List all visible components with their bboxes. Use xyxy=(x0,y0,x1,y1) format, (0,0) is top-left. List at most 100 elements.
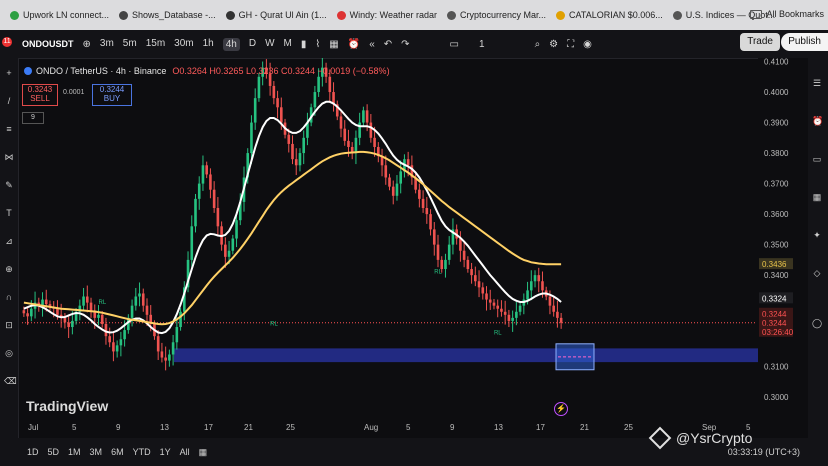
candle-body xyxy=(556,311,559,318)
candle-body xyxy=(406,159,410,166)
candle-body xyxy=(541,281,544,291)
interval-W[interactable]: W xyxy=(265,38,274,51)
candle-body xyxy=(257,76,261,99)
range-5D[interactable]: 5D xyxy=(48,447,60,457)
range-All[interactable]: All xyxy=(180,447,190,457)
candle-body xyxy=(388,177,391,187)
candle-body xyxy=(209,174,212,190)
news-icon[interactable]: ◇ xyxy=(812,268,822,278)
interval-15m[interactable]: 15m xyxy=(146,38,165,51)
compare-icon[interactable]: ⊕ xyxy=(83,39,91,50)
bookmark-item[interactable]: GH - Qurat Ul Ain (1... xyxy=(225,10,327,20)
alerts-icon[interactable]: ⏰ xyxy=(812,116,823,126)
settings-icon[interactable]: ⚙ xyxy=(549,39,558,50)
bookmark-icon xyxy=(672,10,682,20)
interval-1h[interactable]: 1h xyxy=(203,38,214,51)
bookmark-item[interactable]: Shows_Database -... xyxy=(119,10,216,20)
text-icon[interactable]: T xyxy=(4,208,14,218)
chart-svg[interactable]: RL RL RL RL 0.4100 0.4000 0.3900 0.3800 0.3700 0.… xyxy=(18,56,808,438)
trade-button[interactable]: Trade xyxy=(740,33,780,51)
eye-icon[interactable]: ◎ xyxy=(4,348,14,358)
date-tick: 17 xyxy=(204,423,213,432)
bar-style-icon[interactable]: ▮ xyxy=(301,39,307,50)
measure-icon[interactable]: ⊿ xyxy=(4,236,14,246)
pattern-icon[interactable]: ⋈ xyxy=(4,152,14,162)
candle xyxy=(556,300,559,328)
candle-body xyxy=(481,287,485,294)
support-zone[interactable] xyxy=(174,348,759,363)
range-1D[interactable]: 1D xyxy=(27,447,39,457)
range-1Y[interactable]: 1Y xyxy=(160,447,171,457)
watchlist-icon[interactable]: ☰ xyxy=(812,78,822,88)
interval-30m[interactable]: 30m xyxy=(174,38,193,51)
candle-body xyxy=(313,92,317,108)
candle-body xyxy=(343,128,347,141)
chat-icon[interactable]: ▭ xyxy=(812,154,822,164)
right-sidebar: ☰ ⏰ ▭ ▦ ✦ ◇ ◯ xyxy=(808,58,828,466)
date-tick: Aug xyxy=(364,423,378,432)
candle-body xyxy=(119,339,123,346)
range-1M[interactable]: 1M xyxy=(68,447,81,457)
interval-4h[interactable]: 4h xyxy=(222,37,240,51)
candle xyxy=(436,234,440,268)
interval-M[interactable]: M xyxy=(284,38,292,51)
interval-D[interactable]: D xyxy=(249,38,256,51)
buy-button[interactable]: 0.3244 BUY xyxy=(92,84,132,106)
alert-icon[interactable]: ⏰ xyxy=(348,39,360,50)
fib-icon[interactable]: ≡ xyxy=(4,124,14,134)
range-YTD[interactable]: YTD xyxy=(133,447,151,457)
interval-5m[interactable]: 5m xyxy=(123,38,137,51)
candle xyxy=(459,231,462,262)
brush-icon[interactable]: ✎ xyxy=(4,180,14,190)
hotlist-icon[interactable]: ◯ xyxy=(812,318,822,328)
search-icon[interactable]: ⌕ xyxy=(535,39,541,50)
replay-icon[interactable]: « xyxy=(369,39,375,50)
bookmark-item[interactable]: CATALORIAN $0.006... xyxy=(556,10,663,20)
cursor-icon[interactable]: + xyxy=(4,68,14,78)
calendar-icon[interactable]: ▦ xyxy=(812,192,822,202)
candle xyxy=(216,197,220,237)
indicators-icon[interactable]: ⌇ xyxy=(315,39,320,50)
lock-icon[interactable]: ⊡ xyxy=(4,320,14,330)
trash-icon[interactable]: ⌫ xyxy=(4,376,17,386)
candle xyxy=(272,81,276,105)
price-chart[interactable]: RL RL RL RL 0.4100 0.4000 0.3900 0.3800 0.3700 0.… xyxy=(18,56,808,438)
legend-title: ONDO / TetherUS · 4h · Binance xyxy=(36,66,167,76)
bookmark-item[interactable]: Windy: Weather radar xyxy=(336,10,437,20)
zoom-icon[interactable]: ⊕ xyxy=(4,264,14,274)
all-bookmarks[interactable]: All Bookmarks xyxy=(750,9,824,19)
publish-button[interactable]: Publish xyxy=(781,33,828,51)
templates-icon[interactable]: ▦ xyxy=(329,39,338,50)
candle xyxy=(488,289,492,310)
date-tick: 17 xyxy=(536,423,545,432)
camera-icon[interactable]: ◉ xyxy=(583,39,592,50)
candle-body xyxy=(511,317,514,321)
range-3M[interactable]: 3M xyxy=(90,447,103,457)
candle xyxy=(362,106,365,127)
sell-button[interactable]: 0.3243 SELL xyxy=(22,84,58,106)
layout-count[interactable]: 1 xyxy=(479,39,485,50)
range-6M[interactable]: 6M xyxy=(111,447,124,457)
candle xyxy=(462,240,466,268)
sell-price: 0.3243 xyxy=(27,85,53,94)
undo-icon[interactable]: ↶ xyxy=(384,39,392,50)
candle xyxy=(179,308,182,331)
chart-legend: ONDO / TetherUS · 4h · Binance O0.3264 H… xyxy=(24,66,390,76)
date-range-icon[interactable]: ▦ xyxy=(199,447,208,458)
redo-icon[interactable]: ↷ xyxy=(401,39,409,50)
bookmark-item[interactable]: Cryptocurrency Mar... xyxy=(447,10,546,20)
bookmark-item[interactable]: Upwork LN connect... xyxy=(10,10,109,20)
layout-icon[interactable]: ▭ xyxy=(450,39,459,50)
symbol-search[interactable]: ONDOUSDT xyxy=(22,39,74,49)
candle-body xyxy=(462,250,466,260)
interval-3m[interactable]: 3m xyxy=(100,38,114,51)
magnet-icon[interactable]: ∩ xyxy=(4,292,14,302)
ideas-icon[interactable]: ✦ xyxy=(812,230,822,240)
trendline-icon[interactable]: / xyxy=(4,96,14,106)
indicator-toggle[interactable]: 9 xyxy=(22,112,44,124)
candle-body xyxy=(459,238,462,251)
candle xyxy=(197,176,201,210)
interval-list: 3m 5m 15m 30m 1h 4h D W M xyxy=(91,37,292,51)
lightning-icon[interactable]: ⚡ xyxy=(554,402,568,416)
fullscreen-icon[interactable]: ⛶ xyxy=(567,39,574,50)
